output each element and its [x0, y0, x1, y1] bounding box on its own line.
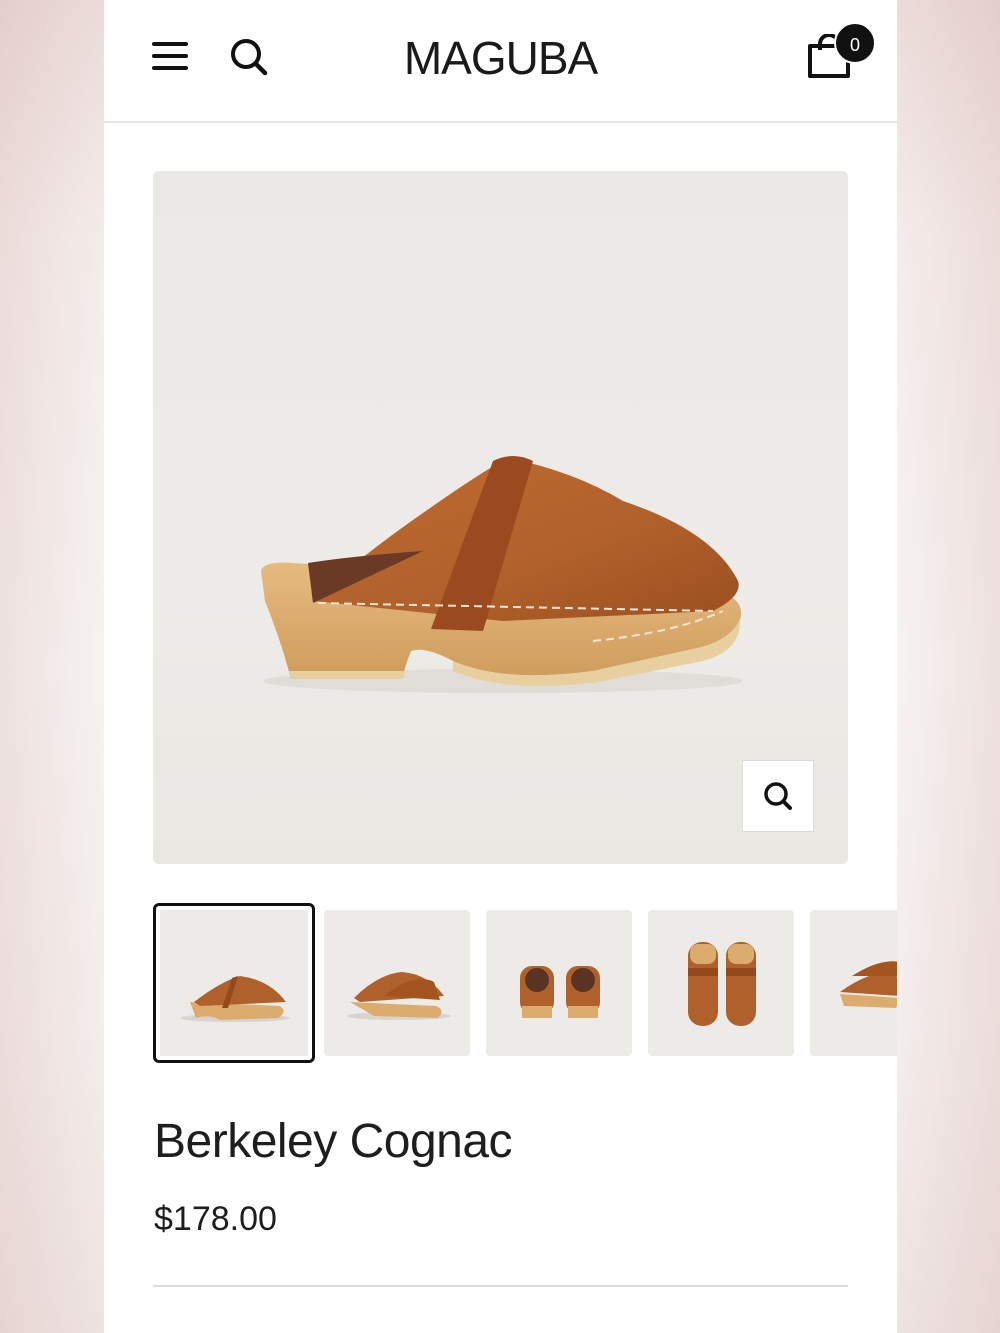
section-divider — [153, 1285, 848, 1287]
thumbnail-3[interactable] — [486, 910, 632, 1056]
cart-count-badge[interactable]: 0 — [834, 22, 876, 64]
background-right — [897, 0, 1000, 1333]
product-main-image[interactable] — [153, 171, 848, 864]
thumbnail-1[interactable] — [153, 903, 315, 1063]
zoom-icon — [764, 782, 792, 810]
product-price: $178.00 — [154, 1200, 277, 1238]
search-icon[interactable] — [228, 36, 270, 78]
product-title: Berkeley Cognac — [154, 1115, 513, 1168]
thumbnail-4[interactable] — [648, 910, 794, 1056]
thumbnail-gallery — [153, 903, 897, 1063]
site-header: MAGUBA 0 — [104, 0, 897, 123]
brand-logo[interactable]: MAGUBA — [354, 30, 647, 86]
zoom-button[interactable] — [742, 760, 814, 832]
product-page: MAGUBA 0 Berkeley Cognac $178.00 — [104, 0, 897, 1333]
thumbnail-2[interactable] — [324, 910, 470, 1056]
hamburger-menu-icon[interactable] — [150, 38, 192, 76]
background-left — [0, 0, 104, 1333]
thumbnail-5[interactable] — [810, 910, 897, 1056]
